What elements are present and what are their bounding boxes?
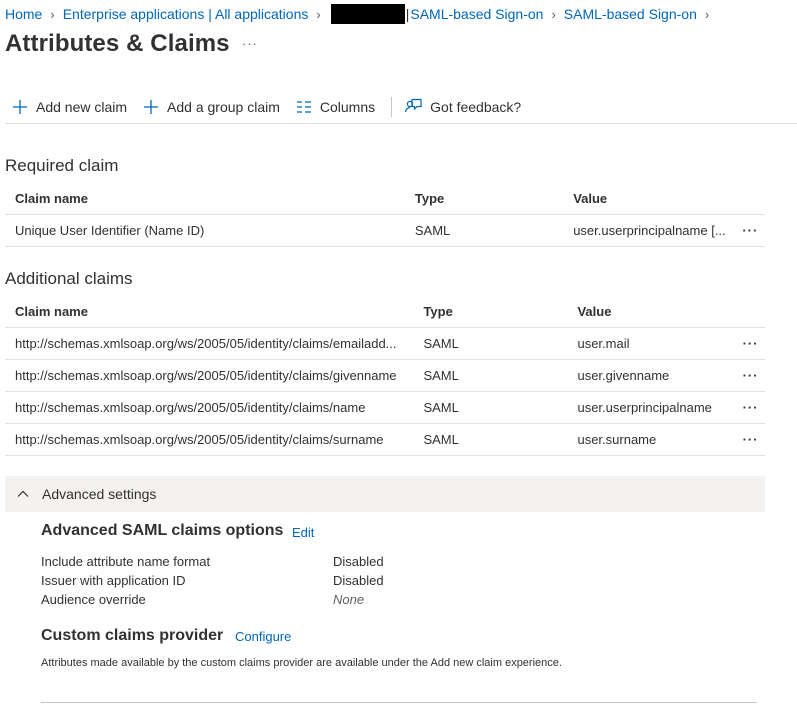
add-new-claim-label: Add new claim bbox=[36, 99, 128, 115]
advanced-saml-options-heading: Advanced SAML claims options bbox=[41, 522, 284, 539]
command-bar: Add new claim Add a group claim Columns … bbox=[0, 92, 797, 122]
feedback-button[interactable]: Got feedback? bbox=[404, 98, 521, 116]
table-header-row: Claim name Type Value bbox=[5, 182, 765, 215]
setting-row: Audience override None bbox=[41, 592, 364, 607]
breadcrumb: Home › Enterprise applications | All app… bbox=[5, 4, 717, 24]
claim-type-cell: SAML bbox=[404, 214, 564, 247]
setting-label: Audience override bbox=[41, 592, 146, 607]
table-header-row: Claim name Type Value bbox=[5, 295, 765, 328]
setting-label: Issuer with application ID bbox=[41, 573, 186, 588]
setting-value: Disabled bbox=[333, 573, 384, 588]
advanced-settings-toggle[interactable]: Advanced settings bbox=[5, 476, 765, 512]
more-actions-icon[interactable]: ··· bbox=[742, 223, 758, 238]
table-row[interactable]: http://schemas.xmlsoap.org/ws/2005/05/id… bbox=[5, 327, 765, 360]
claim-name-cell: Unique User Identifier (Name ID) bbox=[5, 214, 405, 247]
setting-row: Issuer with application ID Disabled bbox=[41, 573, 384, 588]
table-row[interactable]: http://schemas.xmlsoap.org/ws/2005/05/id… bbox=[5, 359, 765, 392]
add-new-claim-button[interactable]: Add new claim bbox=[12, 99, 127, 115]
required-claims-table: Claim name Type Value Unique User Identi… bbox=[5, 182, 765, 247]
claim-type-cell: SAML bbox=[413, 391, 568, 424]
setting-label: Include attribute name format bbox=[41, 554, 211, 569]
page-title: Attributes & Claims bbox=[5, 30, 230, 57]
custom-claims-provider-note: Attributes made available by the custom … bbox=[41, 657, 562, 669]
additional-claims-table: Claim name Type Value http://schemas.xml… bbox=[5, 295, 765, 456]
breadcrumb-saml-sign-on[interactable]: SAML-based Sign-on bbox=[410, 6, 543, 22]
column-header-claim-name[interactable]: Claim name bbox=[5, 182, 405, 215]
plus-icon bbox=[144, 100, 159, 114]
edit-link[interactable]: Edit bbox=[292, 525, 314, 540]
add-group-claim-label: Add a group claim bbox=[167, 99, 280, 115]
chevron-right-icon: › bbox=[704, 6, 710, 22]
column-header-value[interactable]: Value bbox=[563, 182, 726, 215]
table-row[interactable]: http://schemas.xmlsoap.org/ws/2005/05/id… bbox=[5, 391, 765, 424]
redacted-app-name bbox=[330, 4, 405, 24]
plus-icon bbox=[13, 100, 27, 114]
more-actions-icon[interactable]: ··· bbox=[743, 432, 759, 447]
custom-claims-provider-heading: Custom claims provider bbox=[41, 627, 224, 644]
claim-name-cell: http://schemas.xmlsoap.org/ws/2005/05/id… bbox=[5, 391, 414, 424]
breadcrumb-saml-sign-on-current[interactable]: SAML-based Sign-on bbox=[564, 6, 697, 22]
setting-value: None bbox=[333, 592, 365, 607]
chevron-right-icon: › bbox=[50, 6, 55, 22]
column-header-actions bbox=[726, 295, 765, 328]
configure-link[interactable]: Configure bbox=[235, 629, 291, 644]
chevron-right-icon: › bbox=[316, 6, 321, 22]
toolbar-divider-line bbox=[5, 123, 797, 124]
section-divider bbox=[41, 702, 757, 703]
claim-type-cell: SAML bbox=[413, 327, 568, 360]
more-options-icon[interactable]: ··· bbox=[242, 36, 258, 51]
claim-type-cell: SAML bbox=[413, 423, 568, 456]
claim-value-cell: user.userprincipalname bbox=[567, 391, 727, 424]
column-header-value[interactable]: Value bbox=[567, 295, 727, 328]
more-actions-icon[interactable]: ··· bbox=[743, 336, 759, 351]
setting-value: Disabled bbox=[333, 554, 384, 569]
breadcrumb-enterprise-applications[interactable]: Enterprise applications | All applicatio… bbox=[63, 6, 309, 22]
claim-name-cell: http://schemas.xmlsoap.org/ws/2005/05/id… bbox=[5, 423, 414, 456]
required-claim-heading: Required claim bbox=[5, 156, 119, 175]
columns-label: Columns bbox=[319, 99, 376, 115]
claim-value-cell: user.mail bbox=[567, 327, 727, 360]
chevron-up-icon bbox=[17, 490, 29, 497]
column-header-type[interactable]: Type bbox=[413, 295, 568, 328]
claim-name-cell: http://schemas.xmlsoap.org/ws/2005/05/id… bbox=[5, 327, 414, 360]
chevron-right-icon: › bbox=[551, 6, 556, 22]
claim-value-cell: user.surname bbox=[567, 423, 727, 456]
columns-icon bbox=[296, 101, 311, 113]
add-group-claim-button[interactable]: Add a group claim bbox=[143, 99, 280, 115]
table-row[interactable]: http://schemas.xmlsoap.org/ws/2005/05/id… bbox=[5, 423, 765, 456]
feedback-icon bbox=[405, 98, 422, 113]
claim-value-cell: user.userprincipalname [... bbox=[563, 214, 726, 247]
setting-row: Include attribute name format Disabled bbox=[41, 554, 384, 569]
additional-claims-heading: Additional claims bbox=[5, 269, 133, 288]
breadcrumb-pipe: | bbox=[405, 6, 410, 22]
more-actions-icon[interactable]: ··· bbox=[743, 400, 759, 415]
toolbar-divider bbox=[391, 97, 393, 117]
table-row[interactable]: Unique User Identifier (Name ID) SAML us… bbox=[5, 214, 765, 247]
claim-value-cell: user.givenname bbox=[567, 359, 727, 392]
breadcrumb-home[interactable]: Home bbox=[5, 6, 42, 22]
columns-button[interactable]: Columns bbox=[296, 99, 375, 115]
column-header-type[interactable]: Type bbox=[404, 182, 564, 215]
claim-type-cell: SAML bbox=[413, 359, 568, 392]
claim-name-cell: http://schemas.xmlsoap.org/ws/2005/05/id… bbox=[5, 359, 414, 392]
column-header-actions bbox=[725, 182, 765, 215]
more-actions-icon[interactable]: ··· bbox=[743, 368, 759, 383]
advanced-settings-label: Advanced settings bbox=[42, 486, 157, 502]
feedback-label: Got feedback? bbox=[430, 99, 522, 115]
column-header-claim-name[interactable]: Claim name bbox=[5, 295, 414, 328]
